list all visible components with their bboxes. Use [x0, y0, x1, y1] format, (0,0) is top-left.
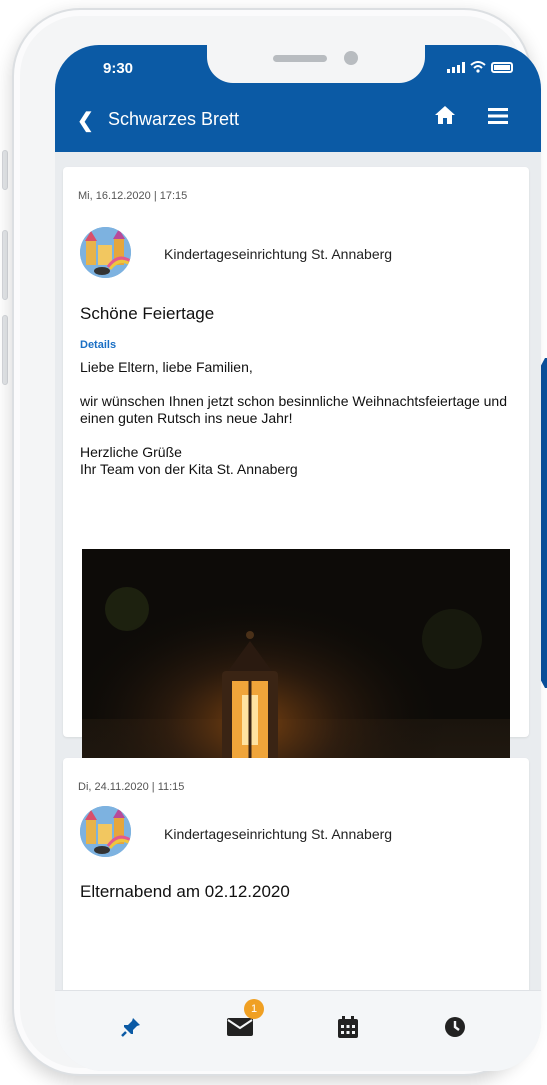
tab-messages[interactable]: 1 [222, 999, 264, 1045]
phone-frame: 9:30 ❮ Schwarzes Brett Mi, 16.12.2020 | … [12, 8, 541, 1076]
app-screen: 9:30 ❮ Schwarzes Brett Mi, 16.12.2020 | … [55, 45, 541, 1071]
post-title-partial: Elternabend am 02.12.2020 [80, 882, 290, 901]
post-title: Schöne Feiertage [80, 304, 215, 323]
phone-volume-down [2, 315, 8, 385]
tab-calendar[interactable] [330, 1009, 366, 1045]
status-time: 9:30 [103, 60, 134, 77]
post-date: Di, 24.11.2020 | 11:15 [78, 781, 185, 793]
unread-badge: 1 [244, 999, 264, 1019]
bulletin-feed[interactable]: Mi, 16.12.2020 | 17:15 Kindertageseinric… [55, 152, 541, 992]
organization-name: Kindertageseinrichtung St. Annaberg [164, 826, 393, 842]
pin-icon [121, 1018, 140, 1037]
organization-avatar [80, 806, 131, 857]
post-card[interactable]: Di, 24.11.2020 | 11:15 Kindertageseinric… [63, 758, 529, 992]
tab-pinboard[interactable] [113, 1009, 149, 1045]
home-icon[interactable] [434, 105, 456, 125]
clock-icon [445, 1017, 465, 1037]
calendar-icon [338, 1016, 358, 1038]
tab-history[interactable] [437, 1009, 473, 1045]
hamburger-menu-icon[interactable] [488, 108, 508, 124]
envelope-icon [227, 1018, 253, 1036]
details-link[interactable]: Details [80, 339, 116, 351]
status-icons [447, 61, 513, 73]
app-header: 9:30 ❮ Schwarzes Brett [55, 45, 541, 152]
bottom-tab-bar: 1 [55, 990, 541, 1071]
post-date: Mi, 16.12.2020 | 17:15 [78, 190, 188, 202]
post-body: Liebe Eltern, liebe Familien, wir wünsch… [80, 359, 507, 477]
phone-notch [207, 45, 425, 83]
phone-mute-switch [2, 150, 8, 190]
back-chevron-icon[interactable]: ❮ [77, 108, 94, 133]
post-card[interactable]: Mi, 16.12.2020 | 17:15 Kindertageseinric… [63, 167, 529, 829]
front-camera [344, 51, 358, 65]
battery-icon [491, 61, 513, 73]
signal-icon [447, 61, 465, 73]
organization-name: Kindertageseinrichtung St. Annaberg [164, 246, 393, 262]
page-title: Schwarzes Brett [108, 109, 240, 129]
phone-volume-up [2, 230, 8, 300]
marketing-stage: 9:30 ❮ Schwarzes Brett Mi, 16.12.2020 | … [0, 0, 547, 1085]
speaker-grille [273, 55, 327, 62]
wifi-icon [470, 61, 486, 73]
organization-avatar [80, 227, 131, 278]
